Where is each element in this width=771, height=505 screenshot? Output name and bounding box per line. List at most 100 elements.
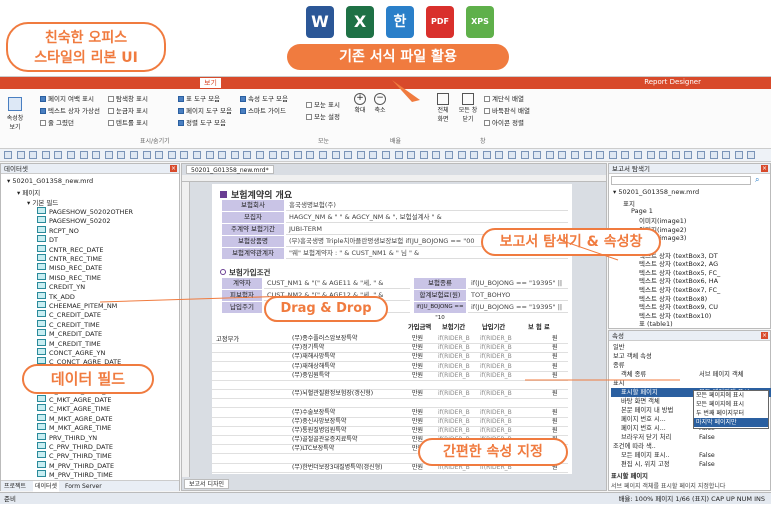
fullscreen-button[interactable]: 전체 화면 (434, 93, 452, 123)
toolbar-button-icon[interactable] (545, 151, 554, 159)
toolbar-button-icon[interactable] (218, 151, 227, 159)
toolbar-button-icon[interactable] (571, 151, 579, 159)
dataset-field-item[interactable]: CREDIT_YN (37, 282, 85, 291)
toggle-page-tools[interactable]: 페이지 도구 모음 (178, 105, 232, 115)
toolbar-button-icon[interactable] (394, 151, 403, 159)
property-row[interactable]: 종류 (611, 361, 771, 370)
toolbar-button-icon[interactable] (621, 151, 630, 159)
dataset-field-item[interactable]: CNTR_REC_DATE (37, 245, 103, 254)
dataset-field-item[interactable]: C_MKT_AGRE_DATE (37, 395, 112, 404)
dataset-field-item[interactable]: C_MKT_AGRE_TIME (37, 404, 110, 413)
toolbar-button-icon[interactable] (155, 151, 164, 159)
tab-view[interactable]: 보기 (200, 78, 221, 88)
toolbar-button-icon[interactable] (331, 151, 340, 159)
toolbar-button-icon[interactable] (596, 151, 605, 159)
dataset-field-item[interactable]: M_CREDIT_TIME (37, 339, 101, 348)
property-row[interactable]: 브라우저 닫기 처리 False (611, 433, 771, 442)
grid-settings[interactable]: 모눈 설정 (306, 111, 340, 121)
dataset-group[interactable]: ▾ 기본 필드 (27, 197, 58, 207)
design-tab[interactable]: 보고서 디자인 (184, 479, 230, 489)
toolbar-button-icon[interactable] (67, 151, 75, 159)
toolbar-button-icon[interactable] (684, 151, 693, 159)
toolbar-button-icon[interactable] (659, 151, 668, 159)
toolbar-button-icon[interactable] (205, 151, 214, 159)
toolbar-button-icon[interactable] (268, 151, 277, 159)
toolbar-button-icon[interactable] (256, 151, 264, 159)
toggle-smart-guide[interactable]: 스마트 가이드 (240, 105, 286, 115)
cascade-button[interactable]: 계단식 배열 (484, 93, 524, 103)
toolbar-button-icon[interactable] (722, 151, 731, 159)
toolbar-button-icon[interactable] (382, 151, 390, 159)
toolbar-button-icon[interactable] (193, 151, 201, 159)
toolbar-button-icon[interactable] (117, 151, 126, 159)
toolbar-button-icon[interactable] (407, 151, 416, 159)
property-row[interactable]: 객체 종류 서브 페이지 객체 (611, 370, 771, 379)
explorer-item[interactable]: 표 (table1) (639, 318, 673, 328)
toolbar-button-icon[interactable] (432, 151, 441, 159)
toolbar-button-icon[interactable] (495, 151, 504, 159)
toolbar-button-icon[interactable] (344, 151, 353, 159)
close-icon[interactable]: × (761, 332, 768, 339)
dataset-field-item[interactable]: M_PRV_THIRD_TIME (37, 470, 113, 479)
zoom-out-button[interactable]: − 축소 (374, 93, 386, 114)
dataset-field-item[interactable]: PRV_THIRD_YN (37, 433, 97, 442)
toggle-property-tools[interactable]: 속성 도구 모음 (240, 93, 288, 103)
toolbar-button-icon[interactable] (734, 151, 743, 159)
toolbar-button-icon[interactable] (243, 151, 252, 159)
toolbar-button-icon[interactable] (356, 151, 365, 159)
property-row[interactable]: 표시 (611, 379, 771, 388)
toolbar-button-icon[interactable] (634, 151, 642, 159)
dataset-page[interactable]: ▾ 페이지 (17, 187, 40, 197)
toolbar-button-icon[interactable] (4, 151, 12, 159)
explorer-search-input[interactable] (611, 176, 751, 185)
property-row[interactable]: 보고 객체 속성 (611, 352, 771, 361)
toolbar-button-icon[interactable] (230, 151, 239, 159)
dataset-field-item[interactable]: MISD_REC_DATE (37, 263, 102, 272)
dataset-field-item[interactable]: CNTR_REC_TIME (37, 254, 102, 263)
toggle-control[interactable]: 텐트롤 표시 (108, 117, 148, 127)
dataset-root[interactable]: ▾ 50201_G01358_new.mrd (7, 177, 93, 185)
toolbar-button-icon[interactable] (457, 151, 466, 159)
dataset-field-item[interactable]: DT (37, 235, 58, 244)
toolbar-button-icon[interactable] (104, 151, 113, 159)
dropdown-option[interactable]: 마지막 페이지만 (694, 418, 768, 427)
page-dropdown[interactable]: 모든 페이지에 표시 모든 페이지에 표시 두 번째 페이지부터 마지막 페이지만 (693, 390, 769, 429)
toolbar-button-icon[interactable] (419, 151, 428, 159)
dataset-field-item[interactable]: MISD_REC_TIME (37, 273, 101, 282)
dataset-field-item[interactable]: PAGESHOW_50202OTHER (37, 207, 133, 216)
toggle-align-tools[interactable]: 정렬 도구 모음 (178, 117, 226, 127)
dataset-field-item[interactable]: C_CREDIT_DATE (37, 310, 101, 319)
toolbar-button-icon[interactable] (470, 151, 479, 159)
toolbar-button-icon[interactable] (54, 151, 63, 159)
toolbar-button-icon[interactable] (482, 151, 491, 159)
dataset-field-item[interactable]: C_PRV_THIRD_TIME (37, 451, 112, 460)
toolbar-button-icon[interactable] (583, 151, 592, 159)
toolbar-button-icon[interactable] (558, 151, 567, 159)
toolbar-button-icon[interactable] (130, 151, 138, 159)
toolbar-button-icon[interactable] (369, 151, 378, 159)
toggle-textbox-guide[interactable]: 텍스트 상자 가상선 (40, 105, 100, 115)
dataset-field-item[interactable]: TK_ADD (37, 292, 75, 301)
properties-view-button[interactable]: 속성창 보기 (4, 97, 26, 131)
dataset-field-item[interactable]: M_MKT_AGRE_TIME (37, 423, 111, 432)
dataset-field-item[interactable]: C_PRV_THIRD_DATE (37, 442, 113, 451)
dataset-field-item[interactable]: M_CREDIT_DATE (37, 329, 102, 338)
explorer-root[interactable]: ▾ 50201_G01358_new.mrd (613, 188, 699, 196)
document-tab[interactable]: 50201_G01358_new.mrd* (186, 165, 274, 174)
toolbar-button-icon[interactable] (533, 151, 542, 159)
dataset-field-item[interactable]: M_PRV_THIRD_DATE (37, 461, 114, 470)
dropdown-option[interactable]: 모든 페이지에 표시 (694, 400, 768, 409)
property-row[interactable]: 일반 (611, 343, 771, 352)
toolbar-button-icon[interactable] (293, 151, 302, 159)
toolbar-button-icon[interactable] (520, 151, 529, 159)
toolbar-button-icon[interactable] (306, 151, 315, 159)
toolbar-button-icon[interactable] (29, 151, 38, 159)
arrange-icons-button[interactable]: 아이콘 정렬 (484, 117, 524, 127)
close-all-button[interactable]: 모든 창 닫기 (458, 93, 478, 123)
property-row[interactable]: 조건에 따라 색.. (611, 442, 771, 451)
toolbar-button-icon[interactable] (608, 151, 617, 159)
toggle-page-margin[interactable]: 페이지 여백 표시 (40, 93, 94, 103)
toggle-explorer[interactable]: 탐색창 표시 (108, 93, 148, 103)
toolbar-button-icon[interactable] (646, 151, 655, 159)
toggle-grid[interactable]: 모눈 표시 (306, 99, 340, 109)
